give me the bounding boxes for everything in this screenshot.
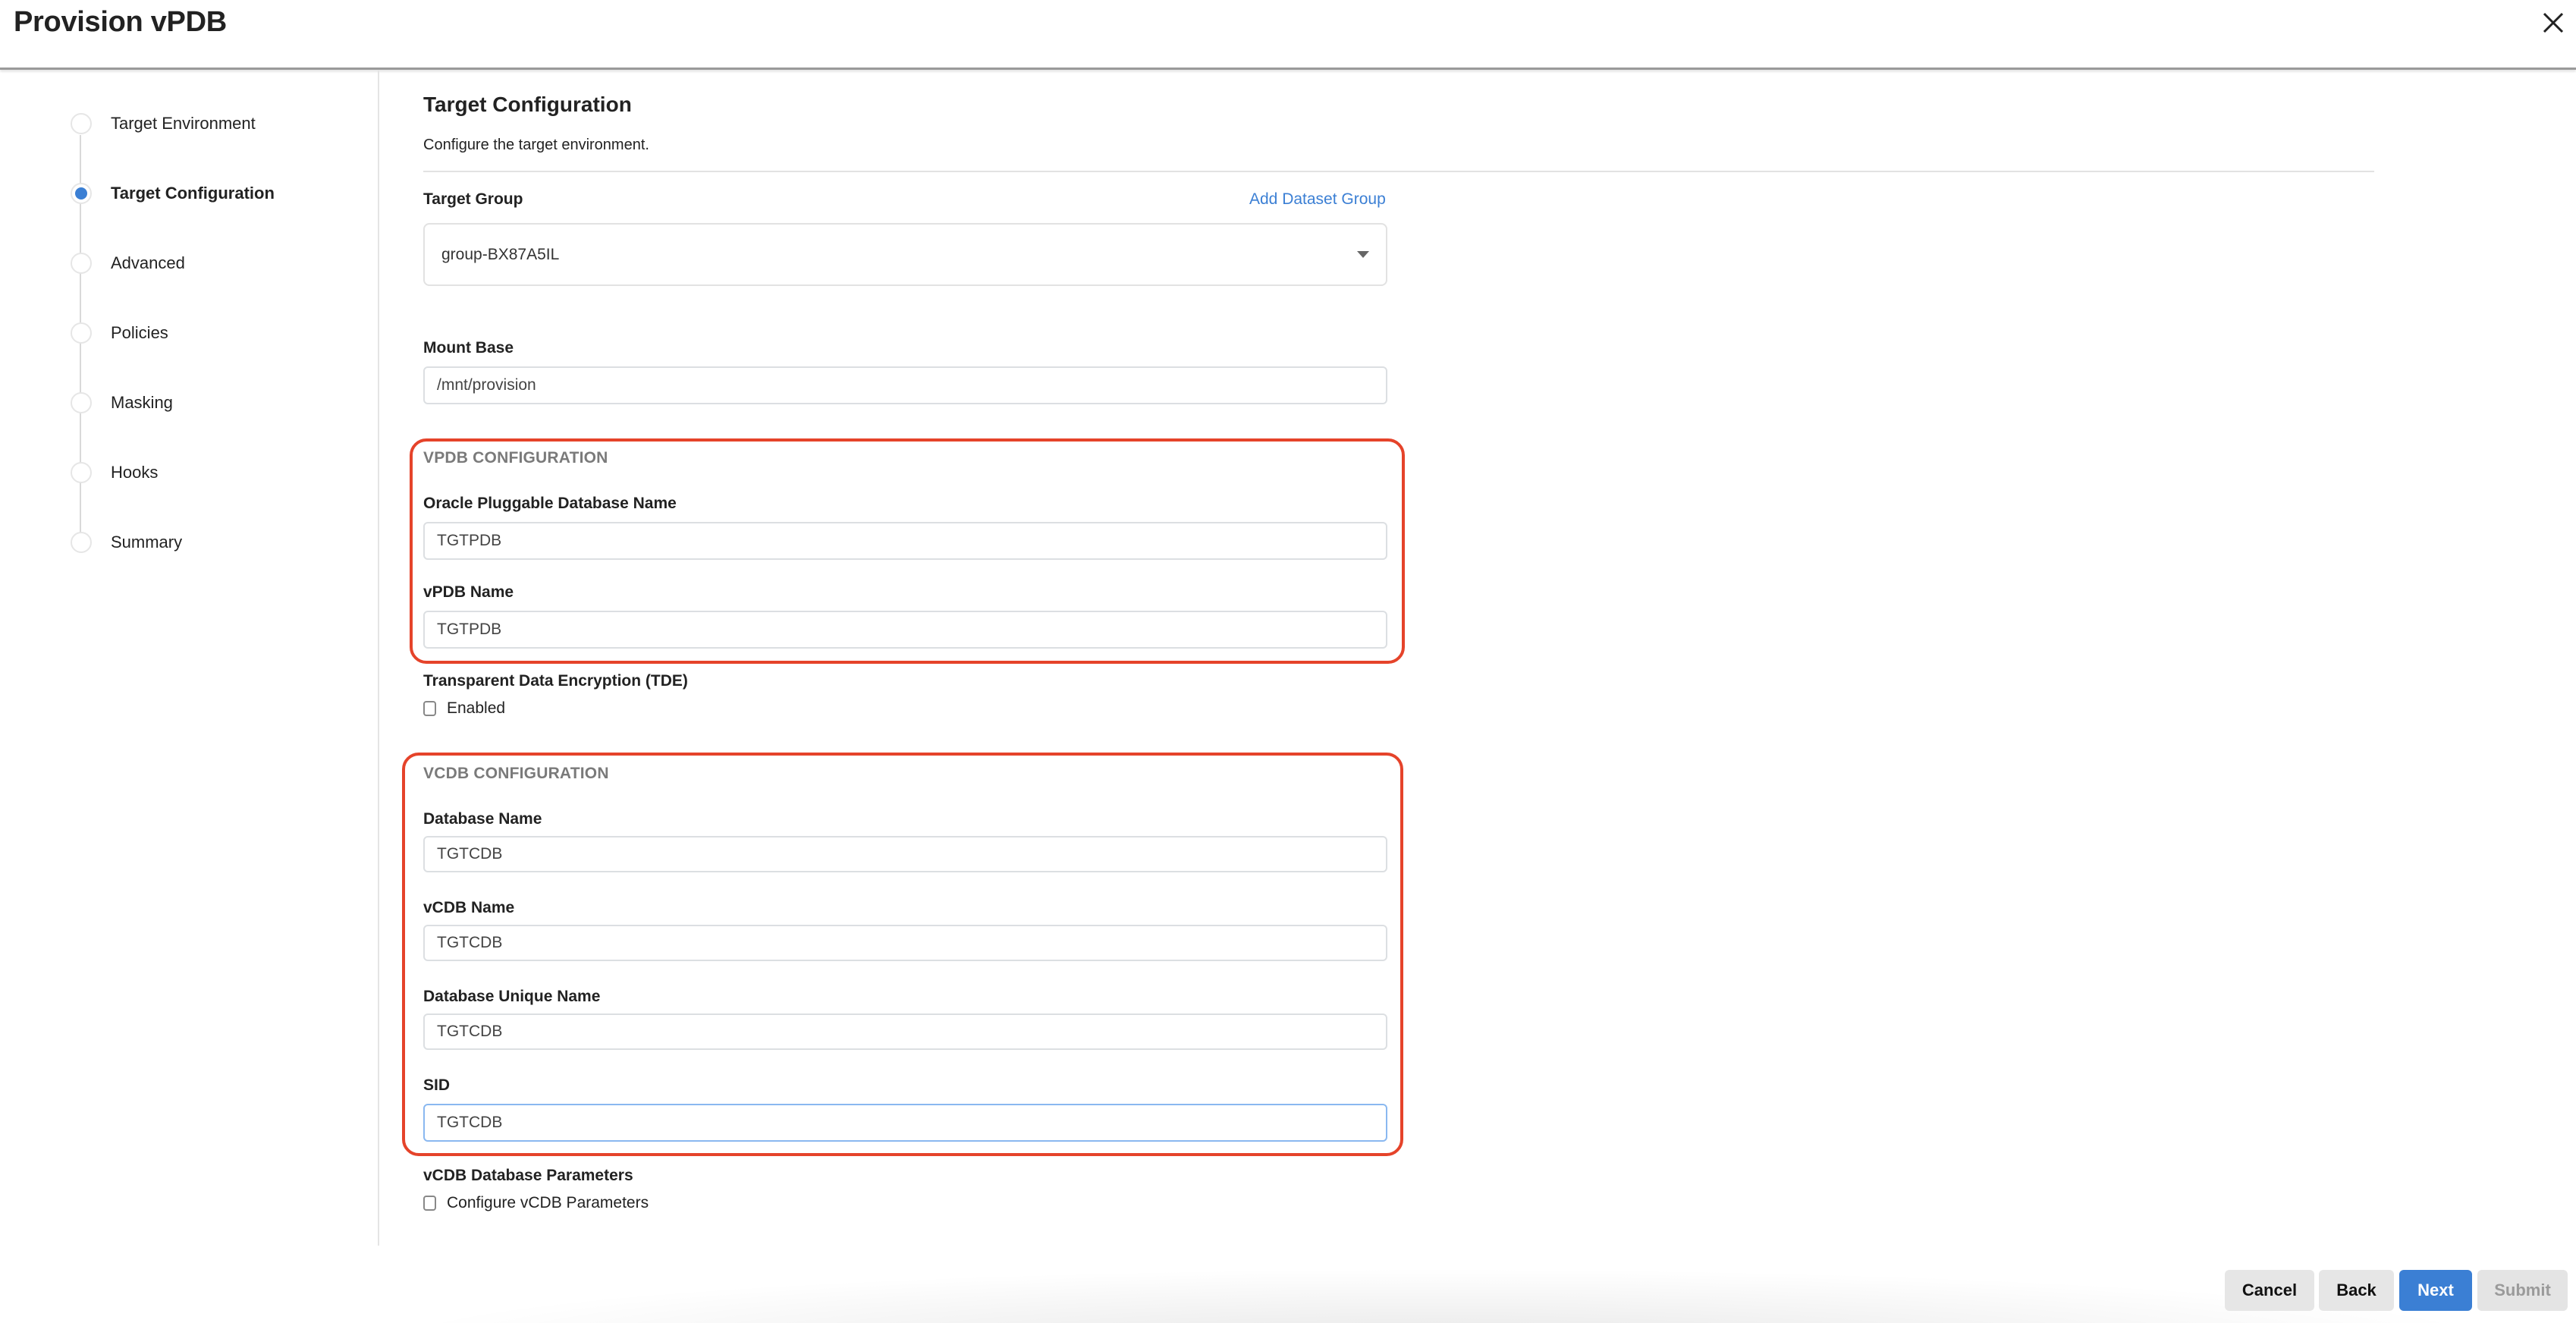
database-unique-name-input[interactable] (423, 1013, 1387, 1050)
step-circle-icon (71, 462, 92, 483)
step-advanced[interactable]: Advanced (71, 252, 185, 275)
section-title: Target Configuration (423, 93, 632, 116)
target-group-label: Target Group (423, 190, 523, 208)
step-circle-active-icon (71, 183, 92, 204)
section-description: Configure the target environment. (423, 137, 649, 153)
vcdb-database-parameters-label: vCDB Database Parameters (423, 1167, 633, 1184)
step-circle-icon (71, 532, 92, 553)
cancel-button[interactable]: Cancel (2225, 1270, 2314, 1311)
vpdb-name-input[interactable] (423, 611, 1387, 649)
step-circle-icon (71, 322, 92, 344)
step-hooks[interactable]: Hooks (71, 461, 158, 484)
active-dot-icon (75, 187, 87, 200)
footer-bar (0, 1244, 2576, 1323)
sid-label: SID (423, 1076, 451, 1094)
step-label: Masking (111, 393, 173, 412)
step-policies[interactable]: Policies (71, 322, 168, 344)
back-button[interactable]: Back (2319, 1270, 2394, 1311)
checkbox-unchecked-icon[interactable] (423, 1196, 436, 1211)
tde-label: Transparent Data Encryption (TDE) (423, 672, 688, 690)
add-dataset-group-link[interactable]: Add Dataset Group (1249, 190, 1386, 209)
step-masking[interactable]: Masking (71, 391, 173, 414)
vpdb-configuration-heading: VPDB CONFIGURATION (423, 449, 608, 467)
submit-button[interactable]: Submit (2477, 1270, 2568, 1311)
database-name-input[interactable] (423, 836, 1387, 872)
target-group-value: group-BX87A5IL (441, 245, 560, 263)
mount-base-label: Mount Base (423, 339, 514, 357)
step-label: Target Environment (111, 114, 256, 133)
database-name-label: Database Name (423, 810, 542, 828)
tde-enabled-label: Enabled (447, 699, 506, 717)
step-label: Hooks (111, 463, 159, 482)
close-button[interactable] (2540, 9, 2567, 36)
step-circle-icon (71, 253, 92, 274)
tde-enabled-checkbox[interactable]: Enabled (423, 699, 505, 718)
step-label: Summary (111, 533, 183, 552)
configure-vcdb-parameters-label: Configure vCDB Parameters (447, 1194, 649, 1211)
step-label: Advanced (111, 253, 185, 272)
checkbox-unchecked-icon[interactable] (423, 701, 436, 716)
oracle-pdb-name-input[interactable] (423, 522, 1387, 560)
oracle-pdb-name-label: Oracle Pluggable Database Name (423, 495, 677, 512)
vcdb-name-input[interactable] (423, 925, 1387, 961)
step-label: Policies (111, 323, 168, 342)
configure-vcdb-parameters-checkbox[interactable]: Configure vCDB Parameters (423, 1194, 649, 1212)
sid-input[interactable] (423, 1104, 1387, 1142)
step-summary[interactable]: Summary (71, 531, 182, 554)
step-target-environment[interactable]: Target Environment (71, 112, 256, 135)
database-unique-name-label: Database Unique Name (423, 988, 601, 1005)
sidebar-divider (378, 70, 379, 1246)
close-icon (2543, 12, 2564, 33)
header-divider (0, 68, 2576, 70)
dialog-title: Provision vPDB (14, 6, 227, 38)
section-divider (423, 171, 2374, 172)
next-button[interactable]: Next (2399, 1270, 2472, 1311)
step-label: Target Configuration (111, 184, 275, 203)
vcdb-name-label: vCDB Name (423, 899, 515, 916)
vcdb-configuration-heading: VCDB CONFIGURATION (423, 765, 609, 782)
step-circle-icon (71, 113, 92, 134)
vpdb-name-label: vPDB Name (423, 583, 514, 601)
mount-base-input[interactable] (423, 366, 1387, 404)
caret-down-icon (1357, 251, 1369, 258)
target-group-select[interactable]: group-BX87A5IL (423, 223, 1387, 286)
step-target-configuration[interactable]: Target Configuration (71, 182, 275, 205)
step-circle-icon (71, 392, 92, 413)
